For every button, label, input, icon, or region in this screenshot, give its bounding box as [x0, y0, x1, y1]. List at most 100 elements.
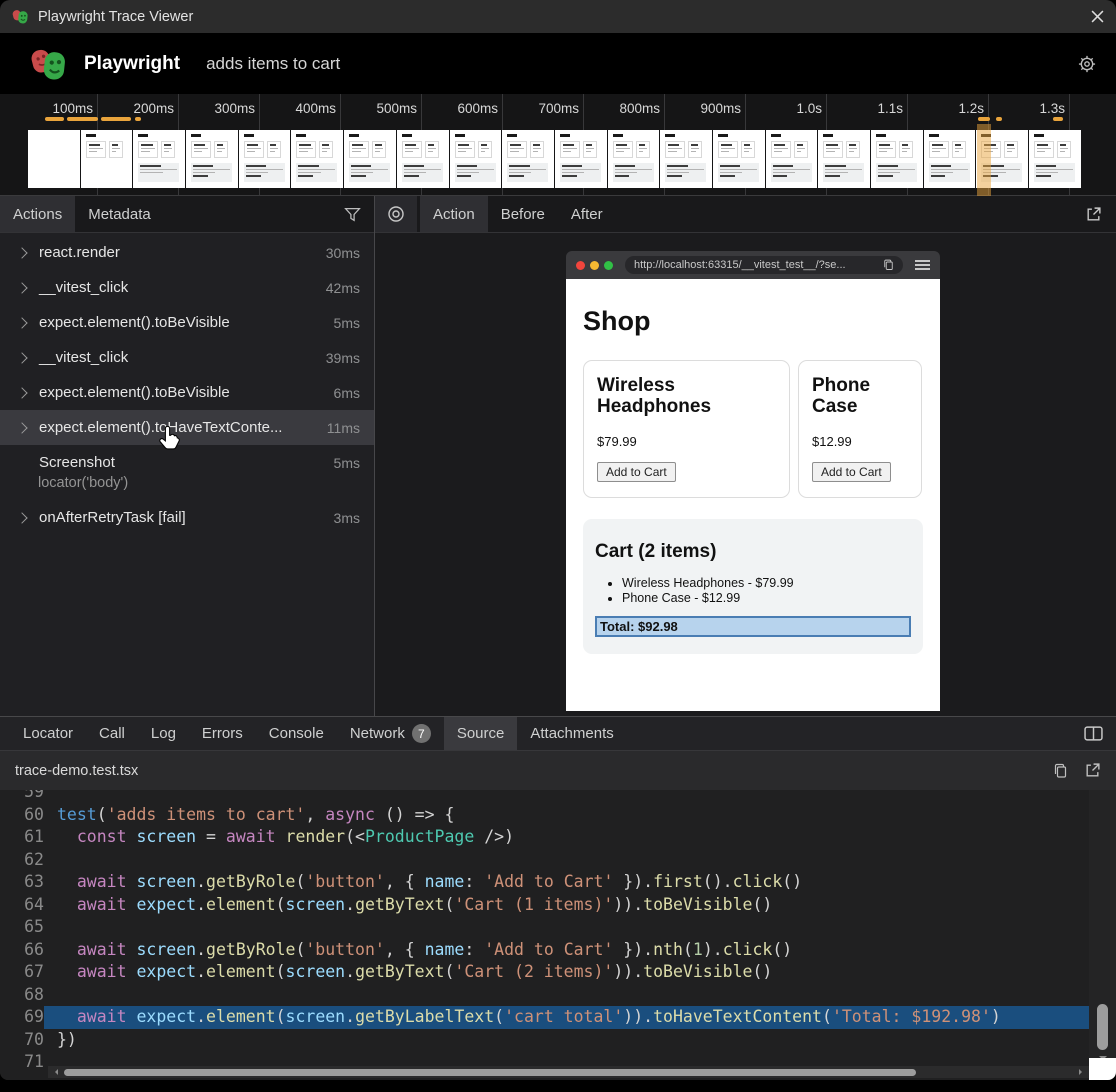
tab-metadata[interactable]: Metadata — [75, 196, 164, 232]
action-duration-marker — [101, 117, 131, 121]
film-strip-frame[interactable] — [450, 130, 502, 188]
action-label: __vitest_click — [39, 279, 128, 296]
action-item[interactable]: __vitest_click42ms — [0, 270, 374, 305]
tab-call[interactable]: Call — [86, 717, 138, 750]
expand-chevron-icon[interactable] — [16, 422, 27, 433]
snapshot-view: http://localhost:63315/__vitest_test__/?… — [375, 233, 1116, 716]
product-card: Wireless Headphones$79.99Add to Cart — [583, 360, 790, 498]
expand-chevron-icon[interactable] — [16, 512, 27, 523]
vertical-scrollbar-thumb[interactable] — [1097, 1004, 1108, 1050]
tab-label: Network — [350, 725, 405, 742]
source-code-view[interactable]: 5960test('adds items to cart', async () … — [0, 790, 1116, 1080]
timeline-selection-band[interactable] — [977, 124, 991, 196]
film-strip-frame[interactable] — [608, 130, 660, 188]
shop-page: Shop Wireless Headphones$79.99Add to Car… — [566, 279, 940, 711]
action-item[interactable]: expect.element().toBeVisible5ms — [0, 305, 374, 340]
film-strip-frame[interactable] — [713, 130, 765, 188]
tab-label: Attachments — [530, 725, 613, 742]
action-item[interactable]: onAfterRetryTask [fail]3ms — [0, 500, 374, 535]
code-line: 69 await expect.element(screen.getByLabe… — [0, 1006, 1089, 1029]
code-text: await expect.element(screen.getByText('C… — [44, 961, 1089, 984]
expand-chevron-icon[interactable] — [16, 282, 27, 293]
film-strip-frame[interactable] — [28, 130, 80, 188]
expand-chevron-icon[interactable] — [16, 387, 27, 398]
code-text: await screen.getByRole('button', { name:… — [44, 871, 1089, 894]
menu-icon[interactable] — [915, 260, 930, 270]
action-item[interactable]: expect.element().toBeVisible6ms — [0, 375, 374, 410]
film-strip-frame[interactable] — [344, 130, 396, 188]
pick-locator-target-icon[interactable] — [375, 196, 417, 232]
code-text — [44, 790, 1089, 804]
film-strip-frame[interactable] — [81, 130, 133, 188]
cart-item-list: Wireless Headphones - $79.99Phone Case -… — [595, 576, 911, 605]
timeline-tick-label: 600ms — [421, 101, 498, 116]
code-text: const screen = await render(<ProductPage… — [44, 826, 1089, 849]
film-strip-frame[interactable] — [502, 130, 554, 188]
details-tab-bar: LocatorCallLogErrorsConsoleNetwork7Sourc… — [0, 717, 1116, 751]
actions-panel: ActionsMetadata react.render30ms__vitest… — [0, 196, 375, 716]
film-strip-frame[interactable] — [871, 130, 923, 188]
tab-attachments[interactable]: Attachments — [517, 717, 626, 750]
film-strip-frame[interactable] — [924, 130, 976, 188]
filter-icon[interactable] — [344, 206, 361, 223]
film-strip-frame[interactable] — [818, 130, 870, 188]
open-source-external-icon[interactable] — [1084, 762, 1101, 779]
tab-locator[interactable]: Locator — [10, 717, 86, 750]
action-item[interactable]: Screenshot5mslocator('body') — [0, 445, 374, 500]
settings-gear-icon[interactable] — [1076, 53, 1098, 75]
action-label: expect.element().toBeVisible — [39, 314, 230, 331]
cart-total-highlighted: Total: $92.98 — [595, 616, 911, 637]
code-line: 68 — [0, 984, 1089, 1007]
tab-label: Actions — [13, 206, 62, 223]
action-item[interactable]: react.render30ms — [0, 235, 374, 270]
address-bar[interactable]: http://localhost:63315/__vitest_test__/?… — [625, 256, 903, 274]
expand-chevron-icon[interactable] — [16, 352, 27, 363]
action-duration-marker — [1053, 117, 1063, 121]
cart-section: Cart (2 items) Wireless Headphones - $79… — [583, 519, 923, 654]
film-strip[interactable] — [28, 130, 1081, 188]
tab-errors[interactable]: Errors — [189, 717, 256, 750]
tab-actions[interactable]: Actions — [0, 196, 75, 232]
film-strip-frame[interactable] — [397, 130, 449, 188]
add-to-cart-button[interactable]: Add to Cart — [812, 462, 891, 482]
film-strip-frame[interactable] — [239, 130, 291, 188]
code-text — [44, 849, 1089, 872]
film-strip-frame[interactable] — [555, 130, 607, 188]
playwright-logo-icon — [12, 8, 29, 25]
film-strip-frame[interactable] — [133, 130, 185, 188]
vertical-scrollbar[interactable] — [1089, 790, 1116, 1058]
expand-chevron-icon[interactable] — [16, 247, 27, 258]
tab-action[interactable]: Action — [420, 196, 488, 232]
tab-log[interactable]: Log — [138, 717, 189, 750]
copy-url-icon[interactable] — [883, 259, 894, 271]
tab-network[interactable]: Network7 — [337, 717, 444, 750]
horizontal-scrollbar[interactable] — [48, 1066, 1089, 1078]
tab-before[interactable]: Before — [488, 196, 558, 232]
film-strip-frame[interactable] — [766, 130, 818, 188]
code-line: 64 await expect.element(screen.getByText… — [0, 894, 1089, 917]
action-label: onAfterRetryTask [fail] — [39, 509, 186, 526]
action-duration-marker — [45, 117, 64, 121]
scroll-left-arrow-icon[interactable] — [52, 1069, 58, 1075]
tab-console[interactable]: Console — [256, 717, 337, 750]
film-strip-frame[interactable] — [186, 130, 238, 188]
actions-tab-bar: Actions Metadata — [0, 196, 374, 233]
add-to-cart-button[interactable]: Add to Cart — [597, 462, 676, 482]
action-item[interactable]: expect.element().toHaveTextConte...11ms — [0, 410, 374, 445]
film-strip-frame[interactable] — [291, 130, 343, 188]
split-view-icon[interactable] — [1084, 726, 1103, 741]
film-strip-frame[interactable] — [660, 130, 712, 188]
scroll-right-arrow-icon[interactable] — [1079, 1069, 1085, 1075]
film-strip-frame[interactable] — [1029, 130, 1081, 188]
tab-after[interactable]: After — [558, 196, 616, 232]
horizontal-scrollbar-thumb[interactable] — [64, 1069, 916, 1076]
action-item[interactable]: __vitest_click39ms — [0, 340, 374, 375]
line-number: 68 — [0, 984, 44, 1007]
expand-chevron-icon[interactable] — [16, 317, 27, 328]
copy-source-icon[interactable] — [1053, 763, 1068, 779]
window-close-button[interactable] — [1091, 10, 1104, 23]
tab-source[interactable]: Source — [444, 717, 518, 750]
open-snapshot-external-icon[interactable] — [1085, 206, 1102, 223]
details-panel: LocatorCallLogErrorsConsoleNetwork7Sourc… — [0, 716, 1116, 1080]
timeline[interactable]: 100ms200ms300ms400ms500ms600ms700ms800ms… — [0, 94, 1116, 196]
